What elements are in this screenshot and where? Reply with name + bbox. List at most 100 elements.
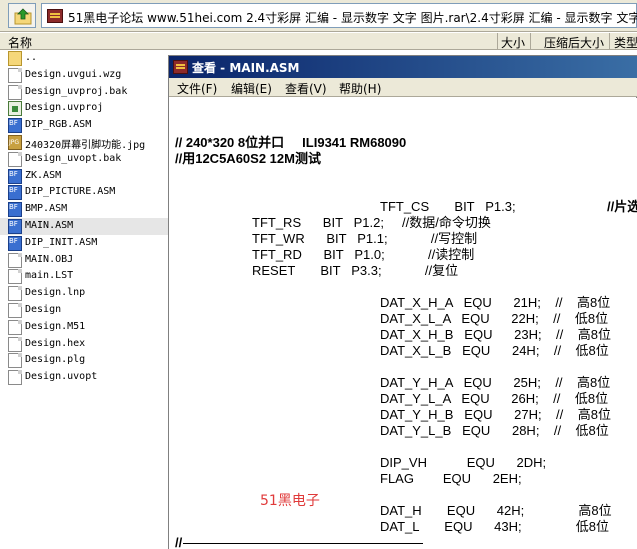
file-row[interactable]: Design_uvproj.bak: [0, 84, 168, 101]
column-header: 名称 大小 压缩后大小 类型: [0, 33, 637, 50]
code-line: DAT_X_L_B EQU 24H; // 低8位: [380, 343, 609, 358]
code-line: // 240*320 8位并口 ILI9341 RM68090: [175, 135, 407, 150]
document-icon: [8, 370, 22, 386]
file-row[interactable]: DIP_PICTURE.ASM: [0, 184, 168, 201]
file-row[interactable]: MAIN.OBJ: [0, 252, 168, 269]
code-line: DAT_X_H_A EQU 21H; // 高8位: [380, 295, 611, 310]
column-size[interactable]: 大小: [501, 34, 525, 51]
code-line: DAT_H EQU 42H; 高8位: [380, 503, 612, 518]
file-list: .. Design.uvgui.wzg Design_uvproj.bak Desig…: [0, 50, 168, 549]
file-row[interactable]: Design.plg: [0, 352, 168, 369]
file-name: DIP_PICTURE.ASM: [25, 186, 116, 198]
file-name: Design.hex: [25, 337, 86, 349]
uvision-project-icon: [8, 101, 22, 117]
column-packed-size[interactable]: 压缩后大小: [544, 34, 604, 51]
file-row[interactable]: Design.uvproj: [0, 100, 168, 117]
file-row[interactable]: DIP_RGB.ASM: [0, 117, 168, 134]
code-line: TFT_WR BIT P1.1; //写控制: [252, 231, 478, 246]
code-line: DAT_L EQU 43H; 低8位: [380, 519, 610, 534]
code-line: DAT_Y_H_A EQU 25H; // 高8位: [380, 375, 611, 390]
viewer-titlebar[interactable]: 查看 - MAIN.ASM: [169, 56, 637, 78]
viewer-window: 查看 - MAIN.ASM 文件(F) 编辑(E) 查看(V) 帮助(H) //…: [168, 55, 637, 549]
file-name: Design_uvopt.bak: [25, 152, 122, 164]
file-name: MAIN.OBJ: [25, 253, 74, 265]
file-row[interactable]: Design: [0, 302, 168, 319]
file-name: 240320屏幕引脚功能.jpg: [25, 140, 146, 151]
code-line: DAT_Y_H_B EQU 27H; // 高8位: [380, 407, 611, 422]
file-name: MAIN.ASM: [25, 220, 74, 231]
document-icon: [8, 303, 22, 318]
code-line: DAT_Y_L_A EQU 26H; // 低8位: [380, 391, 609, 406]
menu-edit[interactable]: 编辑(E): [231, 80, 272, 97]
document-icon: [8, 67, 22, 83]
code-line: DAT_X_H_B EQU 23H; // 高8位: [380, 327, 611, 342]
code-line: //用12C5A60S2 12M测试: [175, 151, 321, 166]
file-name: Design.M51: [25, 320, 86, 332]
asm-file-icon: [8, 219, 22, 234]
file-row[interactable]: main.LST: [0, 268, 168, 285]
file-row[interactable]: ..: [0, 50, 168, 67]
code-line: //: [175, 535, 183, 549]
code-line: TFT_CS BIT P1.3;: [380, 199, 516, 214]
up-folder-button[interactable]: [8, 3, 36, 28]
menu-help[interactable]: 帮助(H): [339, 80, 381, 97]
file-name: ZK.ASM: [25, 169, 62, 181]
file-name: DIP_INIT.ASM: [25, 236, 98, 248]
file-row[interactable]: BMP.ASM: [0, 201, 168, 218]
file-row[interactable]: ZK.ASM: [0, 168, 168, 185]
column-type[interactable]: 类型: [614, 34, 637, 51]
document-icon: [8, 269, 22, 285]
watermark-text: 51黑电子: [260, 493, 320, 509]
code-line: DIP_VH EQU 2DH;: [380, 455, 547, 470]
code-line: RESET BIT P3.3; //复位: [252, 263, 459, 278]
file-row[interactable]: Design.lnp: [0, 285, 168, 302]
file-row[interactable]: Design_uvopt.bak: [0, 151, 168, 168]
divider: [183, 543, 423, 544]
document-icon: [8, 84, 22, 100]
archive-icon: [47, 9, 63, 23]
archive-icon: [173, 60, 188, 74]
file-name: Design.uvproj: [25, 102, 104, 114]
menu-file[interactable]: 文件(F): [177, 80, 217, 97]
code-line: TFT_RS BIT P1.2; //数据/命令切换: [252, 215, 491, 230]
file-row[interactable]: Design.M51: [0, 319, 168, 336]
file-row[interactable]: Design.hex: [0, 336, 168, 353]
jpg-file-icon: [8, 135, 22, 150]
file-name: DIP_RGB.ASM: [25, 119, 92, 131]
code-line: FLAG EQU 2EH;: [380, 471, 522, 486]
menu-view[interactable]: 查看(V): [285, 80, 327, 97]
file-name: BMP.ASM: [25, 203, 68, 215]
asm-file-icon: [8, 118, 22, 134]
file-name: Design_uvproj.bak: [25, 85, 128, 97]
code-line: //片选: [607, 199, 637, 214]
file-row[interactable]: DIP_INIT.ASM: [0, 235, 168, 252]
file-name: Design.plg: [25, 354, 86, 366]
document-icon: [8, 151, 22, 167]
file-row[interactable]: Design.uvopt: [0, 369, 168, 386]
menu-bar: 文件(F) 编辑(E) 查看(V) 帮助(H): [169, 78, 637, 97]
document-icon: [8, 286, 22, 302]
file-name: ..: [25, 52, 38, 63]
up-folder-icon: [14, 8, 32, 25]
document-icon: [8, 336, 22, 352]
document-icon: [8, 353, 22, 369]
file-row[interactable]: MAIN.ASM: [0, 218, 168, 235]
path-text: 51黑电子论坛 www.51hei.com 2.4寸彩屏 汇编 - 显示数字 文…: [68, 11, 637, 25]
asm-file-icon: [8, 202, 22, 218]
asm-file-icon: [8, 185, 22, 201]
file-name: Design: [25, 304, 62, 315]
asm-file-icon: [8, 168, 22, 184]
document-icon: [8, 252, 22, 268]
file-name: Design.uvopt: [25, 371, 98, 383]
asm-file-icon: [8, 235, 22, 251]
file-row[interactable]: Design.uvgui.wzg: [0, 67, 168, 84]
file-name: main.LST: [25, 270, 74, 282]
file-row[interactable]: 240320屏幕引脚功能.jpg: [0, 134, 168, 151]
code-view[interactable]: // 240*320 8位并口 ILI9341 RM68090 //用12C5A…: [169, 98, 637, 549]
folder-icon: [8, 51, 22, 66]
file-name: Design.uvgui.wzg: [25, 68, 122, 80]
file-name: Design.lnp: [25, 287, 86, 299]
address-toolbar: 51黑电子论坛 www.51hei.com 2.4寸彩屏 汇编 - 显示数字 文…: [0, 0, 637, 32]
path-field[interactable]: 51黑电子论坛 www.51hei.com 2.4寸彩屏 汇编 - 显示数字 文…: [41, 3, 637, 28]
column-name[interactable]: 名称: [8, 34, 32, 51]
